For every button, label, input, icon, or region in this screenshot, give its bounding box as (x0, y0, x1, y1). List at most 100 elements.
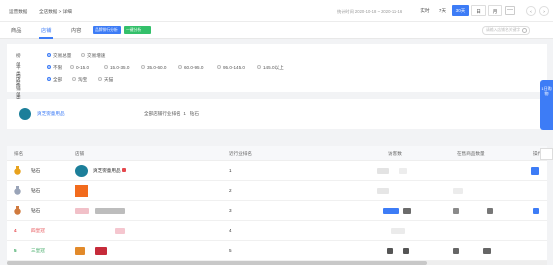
shop-level: 钻石 (31, 188, 41, 193)
radio-trade-total[interactable]: 交易总量 (47, 51, 71, 60)
day-button[interactable]: 日 (471, 5, 486, 16)
blurred-value (383, 208, 399, 214)
radio-price-3[interactable]: 35.0-60.0 (141, 63, 166, 72)
side-chat-button[interactable] (540, 148, 553, 160)
option-label: 淘宝 (78, 77, 88, 82)
radio-icon (104, 65, 108, 70)
rank-number: 5 (14, 248, 17, 253)
option-label: 天猫 (104, 77, 114, 82)
active-tab-underline (39, 37, 53, 39)
shop-rank-table: 排名 店铺 近行业排名 访客数 在售商品数量 操作 钻石 爽芝婴童用品 1 钻石… (7, 146, 547, 265)
industry-rank: 5 (229, 248, 232, 253)
tab-shop[interactable]: 店铺 (41, 27, 51, 34)
blurred-value (483, 248, 491, 254)
shop-level: 钻石 (31, 168, 41, 173)
option-label: 145.0以上 (263, 65, 284, 70)
month-button[interactable]: 月 (488, 5, 502, 16)
shop-name[interactable]: 爽芝婴童用品 (37, 111, 65, 117)
table-row[interactable]: 钻石 爽芝婴童用品 1 (7, 161, 547, 181)
option-label: 交易增速 (87, 53, 106, 58)
industry-rank: 1 (229, 168, 232, 173)
search-placeholder: 请输入店铺名关键字 (486, 28, 521, 32)
realtime-button[interactable]: 实时 (418, 5, 432, 16)
next-button[interactable]: › (539, 6, 549, 16)
shop-level: 四皇冠 (31, 228, 45, 233)
filter-panel: 榜单类型 交易总量 交易增速 平均件单价 不限 0-15.0 15.0-35.0… (7, 44, 547, 109)
blurred-value (487, 208, 493, 214)
current-shop-card: 爽芝婴童用品 全部店铺行业排名 1 钻石 (7, 99, 547, 129)
radio-icon (70, 65, 74, 70)
action-icon[interactable] (531, 167, 539, 175)
radio-price-1[interactable]: 0-15.0 (70, 63, 89, 72)
option-label: 60.0-95.0 (184, 65, 204, 70)
gold-medal-icon (14, 166, 21, 175)
radio-icon (47, 65, 51, 70)
shop-rank-value: 1 (183, 111, 186, 116)
tab-content[interactable]: 内容 (71, 27, 81, 34)
radio-shop-tmall[interactable]: 天猫 (98, 75, 113, 84)
tab-bar: 商品 店铺 内容 品牌排行分析 一键分析 请输入店铺名关键字 (0, 22, 553, 39)
radio-price-4[interactable]: 60.0-95.0 (178, 63, 203, 72)
radio-icon (217, 65, 221, 70)
industry-rank: 3 (229, 208, 232, 213)
col-items-on-sale[interactable]: 在售商品数量 (457, 151, 485, 157)
blurred-value (453, 188, 463, 194)
col-shop: 店铺 (75, 151, 85, 156)
app-title: 运营数据 (9, 9, 28, 14)
option-label: 95.0-145.0 (223, 65, 245, 70)
radio-trade-growth[interactable]: 交易增速 (81, 51, 105, 60)
col-rank: 排名 (14, 151, 24, 156)
shop-level: 三皇冠 (31, 248, 45, 253)
radio-price-6[interactable]: 145.0以上 (257, 63, 284, 72)
calendar-icon[interactable] (505, 6, 515, 15)
shop-avatar (75, 165, 88, 177)
table-row[interactable]: 5 三皇冠 5 (7, 241, 547, 261)
radio-icon (98, 77, 102, 82)
radio-icon (72, 77, 76, 82)
radio-price-any[interactable]: 不限 (47, 63, 62, 72)
blurred-value (399, 168, 407, 174)
option-label: 交易总量 (53, 53, 72, 58)
action-icon[interactable] (533, 208, 539, 214)
table-row[interactable]: 4 四皇冠 4 (7, 221, 547, 241)
option-label: 15.0-35.0 (110, 65, 130, 70)
brand-rank-tag[interactable]: 品牌排行分析 (93, 26, 121, 34)
side-float-label: 1日购物 (541, 86, 552, 96)
radio-icon (47, 77, 51, 82)
blurred-avatar (75, 247, 85, 255)
table-row[interactable]: 钻石 3 (7, 201, 547, 221)
blurred-name (95, 208, 125, 214)
tab-goods[interactable]: 商品 (11, 27, 21, 34)
radio-shop-taobao[interactable]: 淘宝 (72, 75, 87, 84)
table-row[interactable]: 钻石 2 (7, 181, 547, 201)
badge-icon (122, 168, 126, 172)
blurred-value (377, 188, 389, 194)
radio-icon (81, 53, 85, 58)
option-label: 35.0-60.0 (147, 65, 167, 70)
radio-shop-all[interactable]: 全部 (47, 75, 62, 84)
bronze-medal-icon (14, 206, 21, 215)
seven-day-button[interactable]: 7天 (435, 5, 450, 16)
search-input[interactable]: 请输入店铺名关键字 (482, 26, 530, 35)
breadcrumb[interactable]: 全店数据 > 详细 (39, 9, 72, 15)
top-bar: 运营数据 全店数据 > 详细 统计时间 2020-10-18 ~ 2020-11… (0, 0, 553, 22)
thirty-day-button[interactable]: 30天 (452, 5, 469, 16)
shop-name[interactable]: 爽芝婴童用品 (93, 168, 121, 174)
horizontal-scrollbar[interactable] (7, 261, 547, 265)
col-industry-rank[interactable]: 近行业排名 (229, 151, 252, 157)
silver-medal-icon (14, 186, 21, 195)
date-range-text: 统计时间 2020-10-18 ~ 2020-11-16 (337, 9, 403, 14)
one-click-analysis-tag[interactable]: 一键分析 (124, 26, 151, 34)
shop-rank: 全部店铺行业排名 1 钻石 (144, 111, 199, 117)
option-label: 不限 (53, 65, 63, 70)
radio-price-5[interactable]: 95.0-145.0 (217, 63, 245, 72)
prev-button[interactable]: ‹ (526, 6, 536, 16)
blurred-name (115, 228, 125, 234)
radio-price-2[interactable]: 15.0-35.0 (104, 63, 129, 72)
search-icon[interactable] (522, 28, 527, 33)
side-float-banner[interactable]: 1日购物 (540, 80, 553, 130)
col-visitors[interactable]: 访客数 (388, 151, 402, 157)
blurred-value (377, 168, 389, 174)
blurred-avatar (75, 208, 89, 214)
shop-level: 钻石 (31, 208, 41, 213)
